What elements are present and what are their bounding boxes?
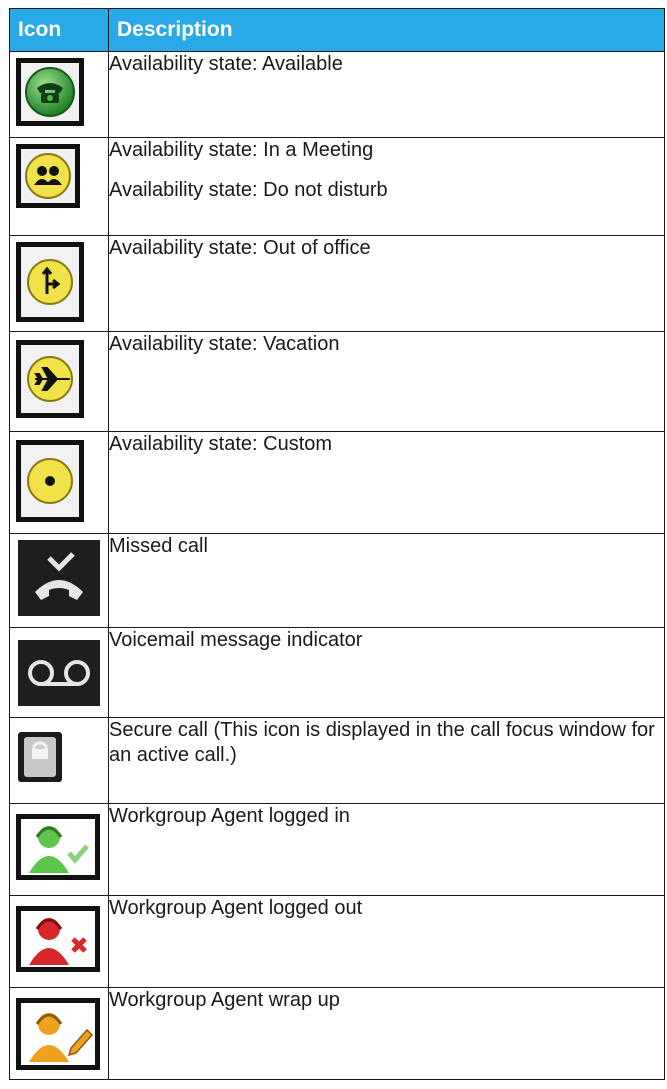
table-row: Workgroup Agent wrap up	[9, 987, 665, 1080]
description-cell: Availability state: In a Meeting Availab…	[108, 137, 665, 236]
description-cell: Availability state: Available	[108, 51, 665, 138]
table-row: Workgroup Agent logged in	[9, 803, 665, 896]
agent-logged-in-icon	[29, 826, 89, 873]
description-cell: Workgroup Agent logged in	[108, 803, 665, 896]
table-row: Availability state: Out of office	[9, 235, 665, 332]
description-text: Workgroup Agent wrap up	[109, 989, 340, 1011]
icon-cell	[9, 533, 109, 628]
icon-cell	[9, 627, 109, 718]
missed-call-icon	[35, 552, 83, 600]
table-row: Secure call (This icon is displayed in t…	[9, 717, 665, 804]
description-cell: Voicemail message indicator	[108, 627, 665, 718]
out-of-office-icon	[27, 259, 73, 305]
airplane-icon	[27, 356, 73, 402]
table-header-row: Icon Description	[9, 8, 665, 52]
description-text: Availability state: Custom	[109, 433, 333, 455]
description-text: Availability state: Available	[109, 53, 343, 75]
description-text: Availability state: In a Meeting	[109, 139, 374, 161]
table-row: Workgroup Agent logged out	[9, 895, 665, 988]
icon-cell	[9, 895, 109, 988]
secure-lock-icon	[24, 737, 56, 777]
description-text: Availability state: Do not disturb	[109, 179, 388, 201]
agent-logged-out-icon	[29, 918, 87, 965]
table-row: Availability state: In a Meeting Availab…	[9, 137, 665, 236]
description-cell: Availability state: Vacation	[108, 331, 665, 432]
table-row: Availability state: Custom	[9, 431, 665, 534]
icon-cell	[9, 331, 109, 432]
description-text: Secure call (This icon is displayed in t…	[109, 719, 655, 766]
header-description: Description	[108, 8, 665, 52]
green-phone-icon	[25, 67, 75, 117]
icon-cell	[9, 431, 109, 534]
icon-cell	[9, 803, 109, 896]
agent-wrap-up-icon	[29, 1013, 94, 1062]
voicemail-icon	[28, 660, 90, 686]
icon-description-table: Icon Description Availability state: Ava…	[9, 8, 665, 1080]
meeting-people-icon	[25, 153, 71, 199]
description-cell: Workgroup Agent logged out	[108, 895, 665, 988]
icon-cell	[9, 51, 109, 138]
description-cell: Availability state: Out of office	[108, 235, 665, 332]
icon-cell	[9, 987, 109, 1080]
header-icon: Icon	[9, 8, 109, 52]
icon-cell	[9, 235, 109, 332]
description-text: Workgroup Agent logged out	[109, 897, 363, 919]
description-text: Workgroup Agent logged in	[109, 805, 350, 827]
description-text: Missed call	[109, 535, 208, 557]
description-cell: Secure call (This icon is displayed in t…	[108, 717, 665, 804]
description-text: Availability state: Out of office	[109, 237, 371, 259]
icon-cell	[9, 717, 109, 804]
description-cell: Availability state: Custom	[108, 431, 665, 534]
description-text: Availability state: Vacation	[109, 333, 340, 355]
description-cell: Missed call	[108, 533, 665, 628]
table-row: Availability state: Vacation	[9, 331, 665, 432]
custom-dot-icon	[27, 458, 73, 504]
description-text: Voicemail message indicator	[109, 629, 363, 651]
table-row: Voicemail message indicator	[9, 627, 665, 718]
description-cell: Workgroup Agent wrap up	[108, 987, 665, 1080]
table-row: Availability state: Available	[9, 51, 665, 138]
icon-cell	[9, 137, 109, 236]
table-row: Missed call	[9, 533, 665, 628]
